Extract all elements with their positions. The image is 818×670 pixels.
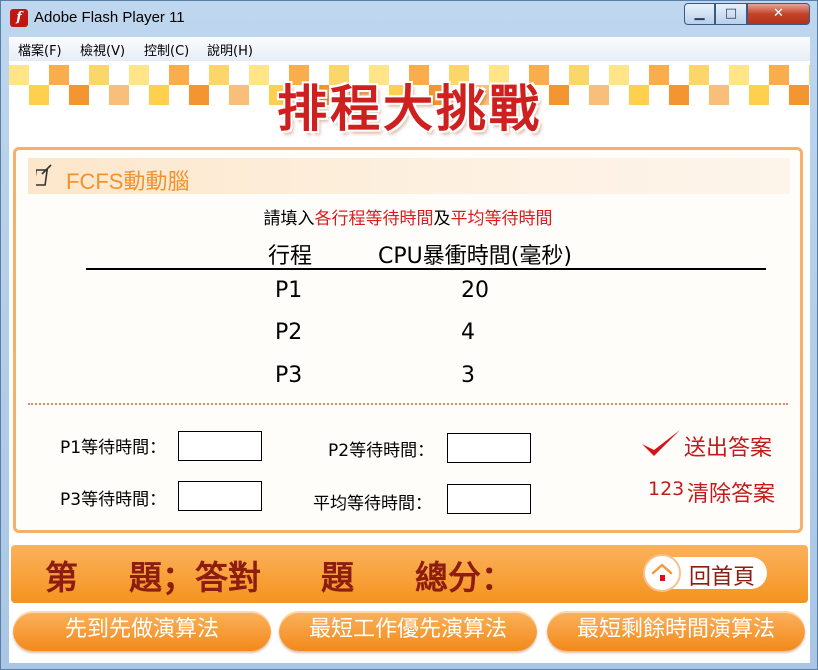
fcfs-algorithm-button[interactable]: 先到先做演算法 — [13, 611, 271, 651]
avg-wait-label: 平均等待時間： — [313, 494, 432, 514]
check-icon — [642, 430, 680, 456]
close-button[interactable]: ✕ — [747, 3, 810, 25]
menu-bar: 檔案(F) 檢視(V) 控制(C) 說明(H) — [9, 37, 810, 61]
home-label: 回首頁 — [689, 565, 756, 590]
p1-wait-label: P1等待時間： — [60, 438, 167, 458]
instruction-highlight-1: 各行程等待時間 — [314, 209, 434, 229]
menu-control[interactable]: 控制(C) — [144, 40, 189, 59]
home-button[interactable]: 回首頁 — [643, 554, 767, 592]
instruction-middle: 及 — [433, 209, 451, 229]
table-row-process: P3 — [275, 363, 303, 388]
question-prefix: 第 — [45, 558, 78, 597]
submit-answer-button[interactable]: 送出答案 — [638, 426, 788, 462]
clear-answer-label: 清除答案 — [687, 482, 776, 507]
table-row-burst: 3 — [461, 363, 475, 388]
question-suffix: 題；答對 — [129, 558, 261, 597]
p3-wait-input[interactable] — [178, 481, 262, 511]
table-row-process: P2 — [275, 320, 303, 345]
submit-answer-label: 送出答案 — [684, 436, 773, 461]
flash-content: 排程大挑戰 FCFS動動腦 請填入各行程等待時間及平均等待時間 行程 CPU暴衝… — [9, 61, 810, 663]
instruction-highlight-2: 平均等待時間 — [450, 209, 553, 229]
clear-number-icon: 123 — [648, 478, 685, 500]
banner-title: 排程大挑戰 — [277, 79, 542, 138]
sjf-algorithm-button[interactable]: 最短工作優先演算法 — [279, 611, 537, 651]
panel-title: FCFS動動腦 — [66, 169, 190, 194]
menu-view[interactable]: 檢視(V) — [80, 40, 125, 59]
menu-file[interactable]: 檔案(F) — [18, 40, 62, 59]
avg-wait-input[interactable] — [447, 484, 531, 514]
column-header-burst: CPU暴衝時間(毫秒) — [378, 244, 572, 269]
window-title: Adobe Flash Player 11 — [34, 9, 185, 26]
minimize-button[interactable]: ▁ — [684, 3, 715, 25]
clear-answer-button[interactable]: 123 清除答案 — [648, 472, 793, 508]
maximize-button[interactable]: □ — [715, 3, 747, 25]
p2-wait-input[interactable] — [447, 433, 531, 463]
table-row-process: P1 — [275, 278, 303, 303]
title-bar[interactable]: f Adobe Flash Player 11 ▁ □ ✕ — [1, 1, 817, 35]
srtf-algorithm-button[interactable]: 最短剩餘時間演算法 — [547, 611, 805, 651]
instruction-prefix: 請填入 — [263, 209, 315, 229]
p3-wait-label: P3等待時間： — [60, 490, 167, 510]
p2-wait-label: P2等待時間： — [328, 441, 435, 461]
table-header-rule — [86, 268, 766, 270]
home-icon — [651, 563, 673, 581]
flash-app-icon: f — [10, 9, 28, 27]
notepad-icon — [36, 164, 52, 186]
total-score-label: 總分： — [415, 558, 514, 597]
correct-suffix: 題 — [321, 558, 354, 597]
column-header-process: 行程 — [268, 244, 313, 269]
p1-wait-input[interactable] — [178, 431, 262, 461]
flash-player-window: f Adobe Flash Player 11 ▁ □ ✕ 檔案(F) 檢視(V… — [0, 0, 818, 670]
panel-header: FCFS動動腦 — [28, 158, 790, 194]
dotted-divider — [28, 403, 788, 405]
menu-help[interactable]: 說明(H) — [207, 40, 253, 59]
table-row-burst: 4 — [461, 320, 475, 345]
question-panel: FCFS動動腦 請填入各行程等待時間及平均等待時間 行程 CPU暴衝時間(毫秒)… — [13, 147, 803, 533]
instruction-text: 請填入各行程等待時間及平均等待時間 — [16, 204, 800, 229]
table-row-burst: 20 — [461, 278, 489, 303]
score-bar: 第 題；答對 題 總分： 回首頁 — [11, 545, 808, 603]
